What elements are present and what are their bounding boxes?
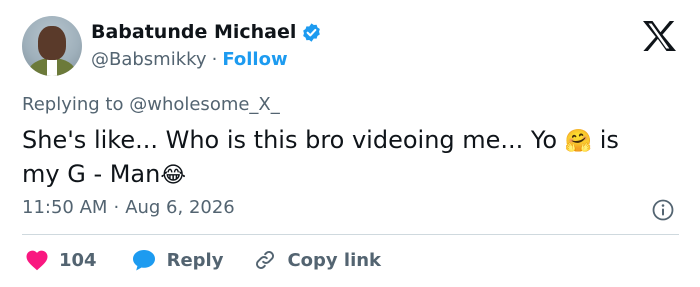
avatar[interactable] [22,16,82,76]
tweet-time: 11:50 AM [22,197,108,218]
tweet-line-1: She's like... Who is this bro videoing m… [22,124,682,158]
like-count: 104 [59,249,97,271]
verified-badge-icon [303,22,321,42]
link-icon [256,251,275,269]
copy-link-label: Copy link [287,249,382,271]
tweet-line-1-end: is [599,126,619,154]
tweet-line-2-text: my G - Man [22,160,161,188]
like-button[interactable]: 104 [25,249,97,271]
tweet-line-2: my G - Man😂 [22,158,682,192]
hugging-face-emoji: 🤗 [564,129,593,154]
author-handle[interactable]: @Babsmikky [91,49,207,70]
replying-prefix: Replying to [22,94,124,115]
meta-separator: · [113,197,120,218]
author-name[interactable]: Babatunde Michael [91,21,296,43]
author-handle-row: @Babsmikky · Follow [91,49,288,70]
follow-button[interactable]: Follow [222,49,287,70]
replying-to-line: Replying to @wholesome_X_ [22,94,280,115]
avatar-collar-shape [47,58,57,76]
reply-bubble-icon [132,250,155,271]
avatar-head-shape [38,26,66,60]
replying-mention-link[interactable]: @wholesome_X_ [129,94,280,115]
tweet-timestamp[interactable]: 11:50 AM · Aug 6, 2026 [22,197,235,218]
copy-link-button[interactable]: Copy link [253,248,381,272]
tweet-text: She's like... Who is this bro videoing m… [22,124,682,192]
tweet-line-1-text: She's like... Who is this bro videoing m… [22,126,558,154]
handle-separator: · [211,49,218,70]
tweet-date: Aug 6, 2026 [125,197,235,218]
action-bar: 104 Reply Copy link [22,246,381,274]
reply-button[interactable]: Reply [131,248,224,272]
tears-of-joy-emoji: 😂 [160,163,187,188]
author-name-row: Babatunde Michael [91,21,322,43]
x-logo-icon[interactable] [641,20,677,52]
heart-icon [26,250,48,271]
divider [22,234,679,235]
info-icon[interactable] [651,198,675,222]
reply-label: Reply [166,249,224,271]
